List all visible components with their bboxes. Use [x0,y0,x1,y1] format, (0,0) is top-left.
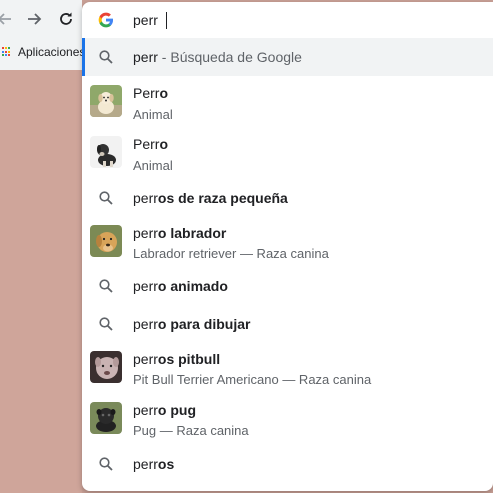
suggestion-row[interactable]: perr - Búsqueda de Google [82,38,493,76]
omnibox-dropdown: perr perr - Búsqueda de Google Perro Ani… [82,2,493,491]
suggestion-subtitle: Animal [133,107,173,122]
search-icon [98,49,114,65]
dog-thumbnail [90,402,122,434]
suggestion-row[interactable]: Perro Animal [82,80,493,126]
reload-icon[interactable] [57,11,75,29]
search-icon [98,456,114,472]
omnibox-input[interactable]: perr [133,2,158,38]
suggestion-subtitle: Labrador retriever — Raza canina [133,246,329,261]
suggestion-text: perr - Búsqueda de Google [133,49,302,65]
suggestion-row[interactable]: perros pitbull Pit Bull Terrier American… [82,345,493,391]
suggestion-row[interactable]: perros [82,448,493,480]
suggestion-subtitle: Pit Bull Terrier Americano — Raza canina [133,372,372,387]
suggestion-text: perro pug [133,402,197,418]
suggestion-text: Perro [133,136,169,152]
suggestion-text: perro animado [133,278,228,294]
dog-thumbnail [90,351,122,383]
suggestion-text: perros [133,456,175,472]
suggestion-text: perros de raza pequeña [133,190,288,206]
suggestion-text: perro para dibujar [133,316,251,332]
apps-grid-icon[interactable] [2,47,12,57]
search-icon [98,190,114,206]
text-caret [166,12,167,29]
dog-thumbnail [90,136,122,168]
suggestion-row[interactable]: perros de raza pequeña [82,182,493,214]
suggestion-row[interactable]: perro pug Pug — Raza canina [82,396,493,442]
google-g-icon [98,12,114,28]
back-arrow-icon[interactable] [0,11,14,29]
apps-bookmark-label[interactable]: Aplicaciones [18,45,82,59]
search-icon [98,278,114,294]
forward-arrow-icon[interactable] [25,11,43,29]
suggestion-row[interactable]: perro animado [82,270,493,302]
suggestion-row[interactable]: Perro Animal [82,131,493,177]
suggestion-text: perro labrador [133,225,227,241]
suggestion-row[interactable]: perro labrador Labrador retriever — Raza… [82,219,493,265]
search-icon [98,316,114,332]
suggestion-text: Perro [133,85,169,101]
bookmarks-bar: Aplicaciones [0,40,82,64]
page-background [0,70,82,493]
omnibox-input-row[interactable]: perr [82,2,493,38]
suggestion-row[interactable]: perro para dibujar [82,308,493,340]
dog-thumbnail [90,225,122,257]
browser-toolbar: Aplicaciones [0,0,82,70]
suggestion-text: perros pitbull [133,351,221,367]
suggestion-subtitle: Pug — Raza canina [133,423,249,438]
dog-thumbnail [90,85,122,117]
suggestion-subtitle: Animal [133,158,173,173]
